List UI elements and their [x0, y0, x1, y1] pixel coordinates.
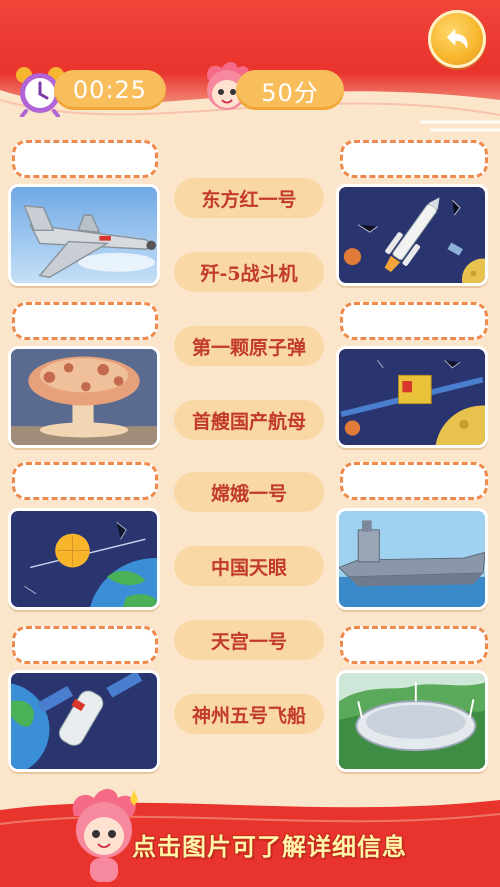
- aircraft-carrier-card[interactable]: [336, 508, 488, 610]
- satellite-earth-image: [11, 511, 157, 607]
- fighter-jet-card[interactable]: [8, 184, 160, 286]
- lunar-orbiter-image: [339, 349, 485, 445]
- aircraft-carrier-image: [339, 511, 485, 607]
- name-label-1[interactable]: 东方红一号: [174, 178, 324, 218]
- score-display: 50分: [236, 70, 344, 110]
- space-station-image: [11, 673, 157, 769]
- back-button[interactable]: [428, 10, 486, 68]
- back-arrow-icon: [446, 28, 468, 50]
- rocket-card[interactable]: [336, 184, 488, 286]
- mushroom-cloud-image: [11, 349, 157, 445]
- timer-display: 00:25: [54, 70, 166, 110]
- name-label-3[interactable]: 第一颗原子弹: [174, 326, 324, 366]
- rocket-image: [339, 187, 485, 283]
- radio-telescope-image: [339, 673, 485, 769]
- name-label-6[interactable]: 中国天眼: [174, 546, 324, 586]
- left-drop-zone-1[interactable]: [12, 140, 158, 178]
- left-drop-zone-2[interactable]: [12, 302, 158, 340]
- left-drop-zone-4[interactable]: [12, 626, 158, 664]
- right-drop-zone-4[interactable]: [340, 626, 488, 664]
- lunar-orbiter-card[interactable]: [336, 346, 488, 448]
- radio-telescope-card[interactable]: [336, 670, 488, 772]
- hint-text: 点击图片可了解详细信息: [132, 833, 407, 861]
- name-label-4[interactable]: 首艘国产航母: [174, 400, 324, 440]
- satellite-earth-card[interactable]: [8, 508, 160, 610]
- mushroom-cloud-card[interactable]: [8, 346, 160, 448]
- name-label-5[interactable]: 嫦娥一号: [174, 472, 324, 512]
- space-station-card[interactable]: [8, 670, 160, 772]
- name-label-2[interactable]: 歼-5战斗机: [174, 252, 324, 292]
- right-drop-zone-2[interactable]: [340, 302, 488, 340]
- right-drop-zone-3[interactable]: [340, 462, 488, 500]
- right-drop-zone-1[interactable]: [340, 140, 488, 178]
- name-label-8[interactable]: 神州五号飞船: [174, 694, 324, 734]
- left-drop-zone-3[interactable]: [12, 462, 158, 500]
- name-label-7[interactable]: 天宫一号: [174, 620, 324, 660]
- fighter-jet-image: [11, 187, 157, 283]
